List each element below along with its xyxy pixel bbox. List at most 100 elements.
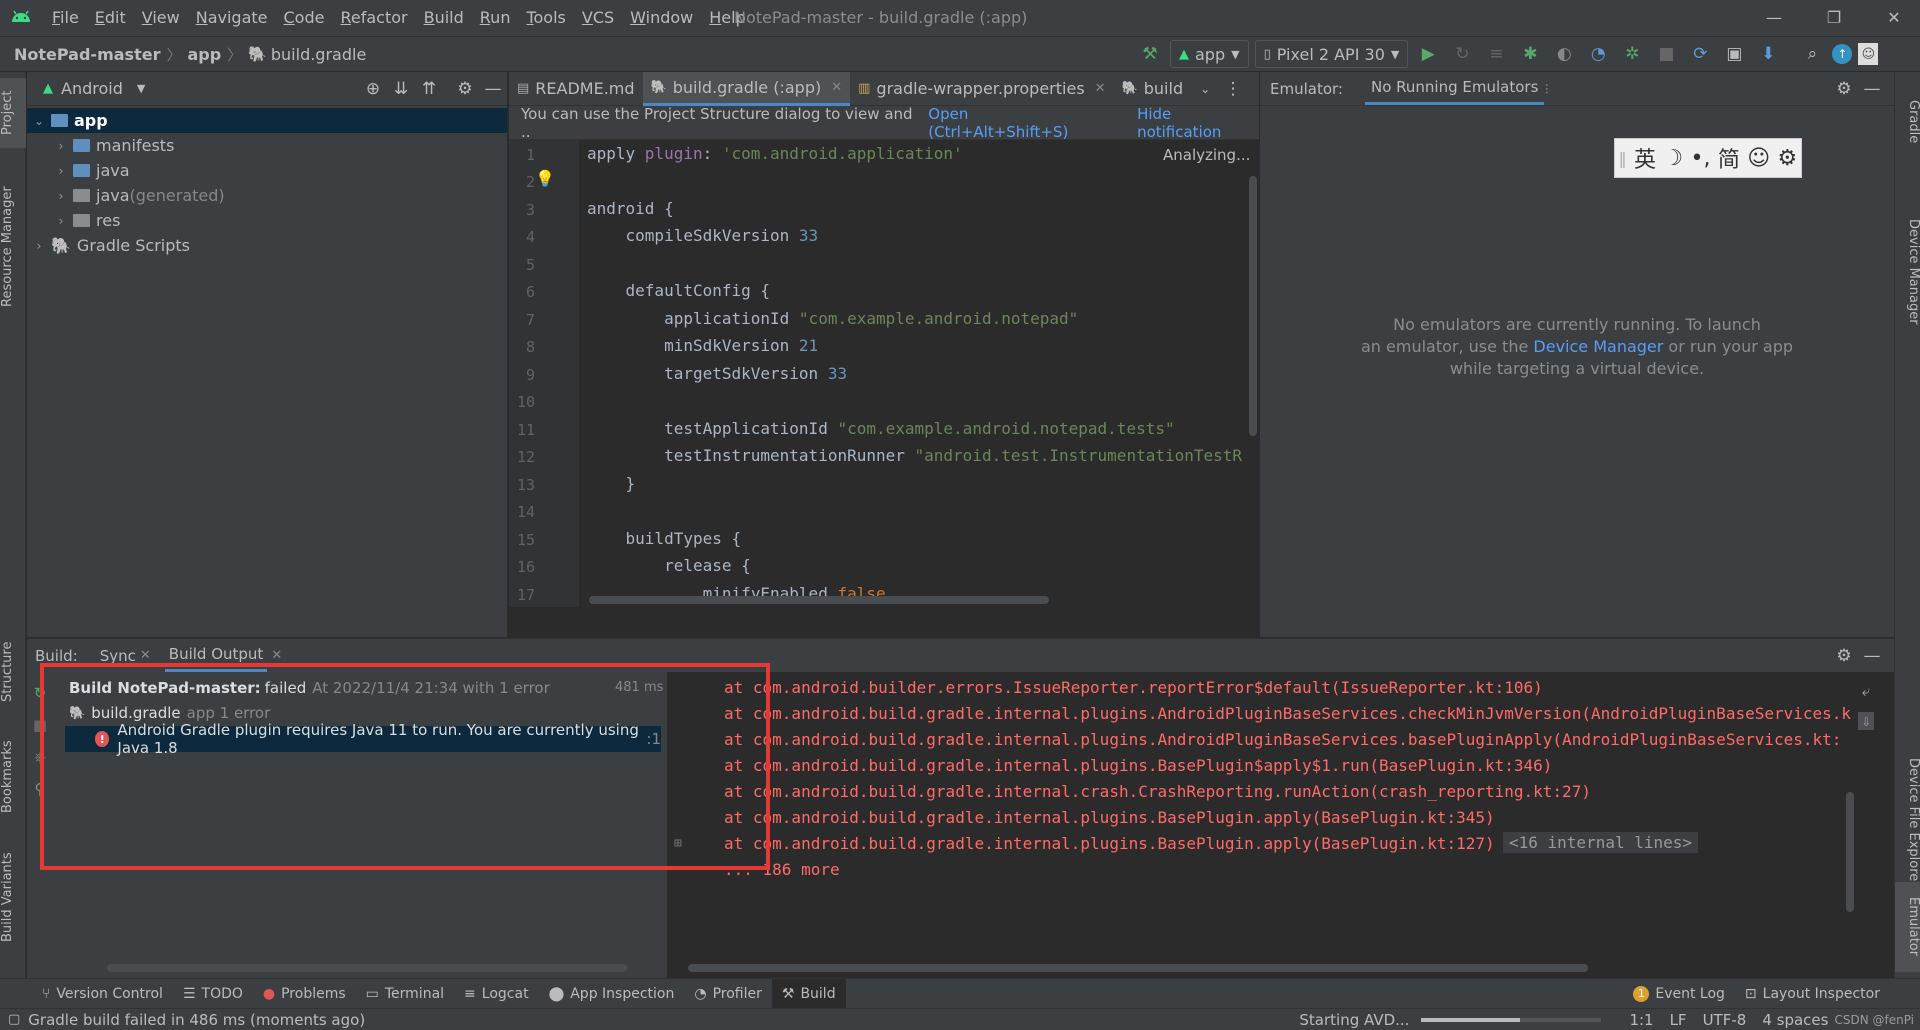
tool-logcat[interactable]: ≡ Logcat [454, 979, 539, 1009]
tool-terminal[interactable]: ▭ Terminal [356, 979, 454, 1009]
menu-edit[interactable]: Edit [87, 0, 134, 36]
tree-item-java[interactable]: › java [27, 158, 507, 183]
soft-wrap-icon[interactable]: ⤶ [1862, 682, 1870, 700]
tool-layout-inspector[interactable]: ⊡ Layout Inspector [1735, 979, 1890, 1009]
close-window-button[interactable]: ✕ [1874, 0, 1914, 36]
gear-icon[interactable]: ⚙ [451, 75, 479, 103]
tab-build-gradle-app[interactable]: 🐘 build.gradle (:app) ✕ [642, 71, 851, 106]
hide-panel-icon[interactable]: — [479, 75, 507, 103]
hide-panel-icon[interactable]: — [1858, 75, 1886, 103]
caret-position[interactable]: 1:1 [1629, 1011, 1653, 1029]
tab-more-icon[interactable]: ⁝ [1544, 80, 1549, 98]
chevron-right-icon[interactable]: › [53, 139, 69, 153]
tab-gradle-wrapper-properties[interactable]: ▥ gradle-wrapper.properties ✕ [850, 72, 1113, 106]
tool-tab-build-variants[interactable]: Build Variants [0, 842, 26, 952]
more-options-icon[interactable]: ⋮ [1219, 75, 1247, 103]
close-icon[interactable]: ✕ [1095, 81, 1106, 96]
run-configuration-select[interactable]: ▲ app ▼ [1170, 40, 1249, 68]
tree-item-java-generated[interactable]: › java (generated) [27, 183, 507, 208]
indent-setting[interactable]: 4 spaces [1762, 1011, 1828, 1029]
menu-build[interactable]: Build [416, 0, 472, 36]
device-manager-icon[interactable]: ▣ [1720, 40, 1748, 68]
chevron-down-icon[interactable]: ⌄ [31, 114, 47, 128]
tool-event-log[interactable]: 1 Event Log [1623, 979, 1735, 1009]
tool-tab-project[interactable]: Project [0, 78, 26, 148]
tree-item-res[interactable]: › res [27, 208, 507, 233]
tab-build[interactable]: 🐘 build [1114, 72, 1192, 106]
internal-lines-fold[interactable]: <16 internal lines> [1503, 832, 1699, 853]
search-icon[interactable]: ⌕ [1798, 40, 1826, 68]
file-encoding[interactable]: UTF-8 [1703, 1011, 1747, 1029]
tool-todo[interactable]: ☰ TODO [173, 979, 253, 1009]
sdk-manager-icon[interactable]: ⬇ [1754, 40, 1782, 68]
status-panel-icon[interactable]: ▢ [8, 1012, 20, 1027]
line-separator[interactable]: LF [1670, 1011, 1687, 1029]
tool-app-inspection[interactable]: ⬤ App Inspection [539, 979, 685, 1009]
tool-tab-structure[interactable]: Structure [0, 632, 26, 712]
menu-run[interactable]: Run [472, 0, 519, 36]
menu-vcs[interactable]: VCS [574, 0, 622, 36]
coverage-icon[interactable]: ◐ [1550, 40, 1578, 68]
hide-notification-link[interactable]: Hide notification [1137, 105, 1259, 141]
tool-version-control[interactable]: ⑂ Version Control [32, 979, 173, 1009]
tool-build[interactable]: ⚒ Build [771, 978, 846, 1009]
chevron-right-icon[interactable]: › [53, 164, 69, 178]
scroll-to-end-icon[interactable]: ⇩ [1858, 712, 1874, 730]
stop-icon[interactable]: ■ [1652, 40, 1680, 68]
restore-button[interactable]: ❐ [1814, 0, 1854, 36]
lightbulb-icon[interactable]: 💡 [535, 169, 555, 188]
profile-icon[interactable]: ◔ [1584, 40, 1612, 68]
menu-code[interactable]: Code [276, 0, 333, 36]
drag-handle[interactable]: ‖ [1619, 149, 1627, 168]
breadcrumb-module[interactable]: app [187, 45, 221, 64]
tree-item-gradle-scripts[interactable]: › 🐘 Gradle Scripts [27, 233, 507, 258]
gear-icon[interactable]: ⚙ [1830, 75, 1858, 103]
update-icon[interactable]: ↑ [1832, 44, 1853, 64]
tool-tab-bookmarks[interactable]: Bookmarks [0, 732, 26, 822]
menu-refactor[interactable]: Refactor [332, 0, 415, 36]
attach-debugger-icon[interactable]: ✲ [1618, 40, 1646, 68]
tool-tab-emulator[interactable]: Emulator [1895, 882, 1920, 972]
chevron-down-icon[interactable]: ⌄ [1191, 75, 1219, 103]
expand-all-icon[interactable]: ⇊ [387, 75, 415, 103]
chevron-right-icon[interactable]: › [53, 189, 69, 203]
breadcrumb-file[interactable]: build.gradle [271, 45, 366, 64]
vertical-scrollbar[interactable] [1249, 176, 1257, 436]
gear-icon[interactable]: ⚙ [1830, 642, 1858, 670]
project-view-select[interactable]: Android [61, 79, 123, 98]
open-project-structure-link[interactable]: Open (Ctrl+Alt+Shift+S) [928, 105, 1111, 141]
tool-tab-resource-manager[interactable]: Resource Manager [0, 172, 26, 322]
hide-panel-icon[interactable]: — [1858, 642, 1886, 670]
horizontal-scrollbar[interactable] [688, 964, 1588, 972]
tab-sync[interactable]: Sync [100, 647, 136, 665]
menu-navigate[interactable]: Navigate [188, 0, 276, 36]
build-console[interactable]: at com.android.builder.errors.IssueRepor… [668, 672, 1894, 978]
moon-icon[interactable]: ☽ [1663, 146, 1683, 171]
ime-language-toggle[interactable]: 英 [1634, 142, 1656, 174]
debug-icon[interactable]: ✱ [1516, 40, 1544, 68]
ime-simplified-toggle[interactable]: 简 [1718, 142, 1740, 174]
sync-gradle-icon[interactable]: ⟳ [1686, 40, 1714, 68]
code-editor[interactable]: 1 2 3 4 5 6 7 8 9 10 11 12 13 14 15 16 1… [509, 140, 1259, 607]
tool-problems[interactable]: ● Problems [253, 979, 356, 1009]
device-select[interactable]: ▯ Pixel 2 API 30 ▼ [1254, 40, 1409, 68]
collapse-all-icon[interactable]: ⇈ [415, 75, 443, 103]
menu-file[interactable]: File [44, 0, 87, 36]
vertical-scrollbar[interactable] [1846, 792, 1854, 912]
punctuation-icon[interactable]: •, [1691, 146, 1711, 171]
make-project-hammer-icon[interactable]: ⚒ [1136, 40, 1164, 68]
menu-tools[interactable]: Tools [518, 0, 573, 36]
tree-item-app[interactable]: ⌄ app [27, 108, 507, 133]
apply-code-changes-icon[interactable]: ≡ [1482, 40, 1510, 68]
chevron-right-icon[interactable]: › [31, 239, 47, 253]
close-icon[interactable]: ✕ [140, 648, 151, 663]
tool-profiler[interactable]: ◔ Profiler [684, 979, 772, 1009]
horizontal-scrollbar[interactable] [589, 596, 1049, 604]
menu-view[interactable]: View [134, 0, 188, 36]
device-manager-link[interactable]: Device Manager [1533, 337, 1663, 356]
chevron-right-icon[interactable]: › [53, 214, 69, 228]
breadcrumb-project[interactable]: NotePad-master [14, 45, 160, 64]
tool-tab-gradle[interactable]: Gradle [1895, 82, 1920, 162]
tool-tab-device-manager[interactable]: Device Manager [1895, 172, 1920, 372]
tab-readme[interactable]: ▤ README.md [509, 72, 643, 106]
